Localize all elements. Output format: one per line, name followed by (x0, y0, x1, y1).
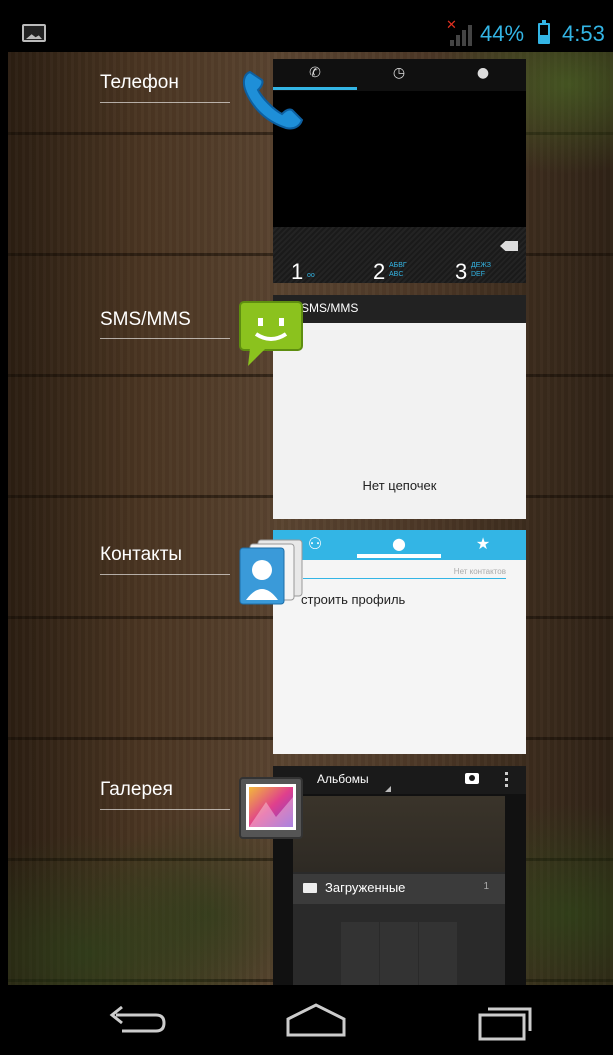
recent-app-label: SMS/MMS (100, 309, 191, 330)
album-name: Загруженные (325, 880, 406, 895)
status-bar: ✕ 44% 4:53 (8, 14, 613, 52)
dialpad: 1 oo 2 АБВГ ABC 3 ДЕЖЗ DEF (273, 227, 526, 283)
back-button[interactable] (94, 997, 174, 1043)
recent-apps-screen: ✕ 44% 4:53 Телефон ✆ ◷ ● 1 oo 2 АБВГ ABC… (8, 14, 613, 1055)
divider (303, 578, 506, 579)
folder-icon (303, 883, 317, 893)
setup-profile-text: строить профиль (301, 592, 406, 607)
dial-key: 2 (373, 259, 386, 283)
album-count: 1 (483, 881, 489, 892)
sms-title: SMS/MMS (301, 301, 359, 315)
contacts-icon (239, 539, 303, 605)
sms-icon (239, 301, 303, 366)
album-label-bar: Загруженные 1 (293, 874, 505, 904)
sms-action-bar: SMS/MMS (273, 295, 526, 323)
contacts-tabs: ⚇ ● ★ (273, 530, 526, 560)
recent-calls-tab-icon: ◷ (392, 65, 406, 81)
backspace-icon (500, 241, 518, 251)
gallery-notification-icon (22, 24, 46, 42)
recents-button[interactable] (468, 997, 548, 1043)
label-divider (100, 338, 230, 339)
dial-key-letters: ДЕЖЗ DEF (471, 262, 492, 278)
label-divider (100, 809, 230, 810)
tab-indicator (357, 554, 441, 558)
dial-key-letters: АБВГ ABC (389, 262, 407, 278)
favorites-tab-icon: ★ (475, 534, 491, 553)
app-thumbnail[interactable]: Альбомы Загруженные 1 (273, 766, 526, 990)
albums-title: Альбомы (317, 772, 369, 786)
recent-app-label: Телефон (100, 72, 179, 93)
recent-app-label: Контакты (100, 544, 183, 565)
photo-grid (341, 922, 457, 990)
app-thumbnail[interactable]: SMS/MMS Нет цепочек (273, 295, 526, 519)
label-divider (100, 574, 230, 575)
gallery-icon (239, 777, 303, 839)
signal-no-sim-icon: ✕ (446, 18, 472, 46)
contacts-tab-icon: ● (476, 65, 490, 81)
dialer-tabs: ✆ ◷ ● (273, 59, 526, 91)
dial-key-letters: oo (307, 272, 315, 279)
clock: 4:53 (562, 21, 605, 46)
dial-key: 1 (291, 259, 304, 283)
app-thumbnail[interactable]: ✆ ◷ ● 1 oo 2 АБВГ ABC 3 ДЕЖЗ DEF (273, 59, 526, 283)
overflow-menu-icon (505, 772, 508, 787)
home-button[interactable] (276, 997, 356, 1043)
gallery-action-bar: Альбомы (273, 766, 526, 794)
app-thumbnail[interactable]: ⚇ ● ★ Нет контактов строить профиль (273, 530, 526, 754)
all-contacts-tab-icon: ● (392, 534, 406, 553)
empty-conversations-text: Нет цепочек (362, 478, 437, 493)
dial-key: 3 (455, 259, 468, 283)
navigation-bar (8, 985, 613, 1055)
recent-app-label: Галерея (100, 779, 173, 800)
camera-icon (465, 773, 479, 784)
label-divider (100, 102, 230, 103)
phone-icon (242, 70, 304, 130)
contacts-count-text: Нет контактов (453, 567, 506, 576)
album-cover (293, 796, 505, 872)
battery-icon (538, 20, 550, 44)
battery-percent: 44% (480, 21, 525, 46)
dropdown-caret-icon (385, 786, 391, 792)
album-tile: Загруженные 1 (293, 796, 505, 990)
